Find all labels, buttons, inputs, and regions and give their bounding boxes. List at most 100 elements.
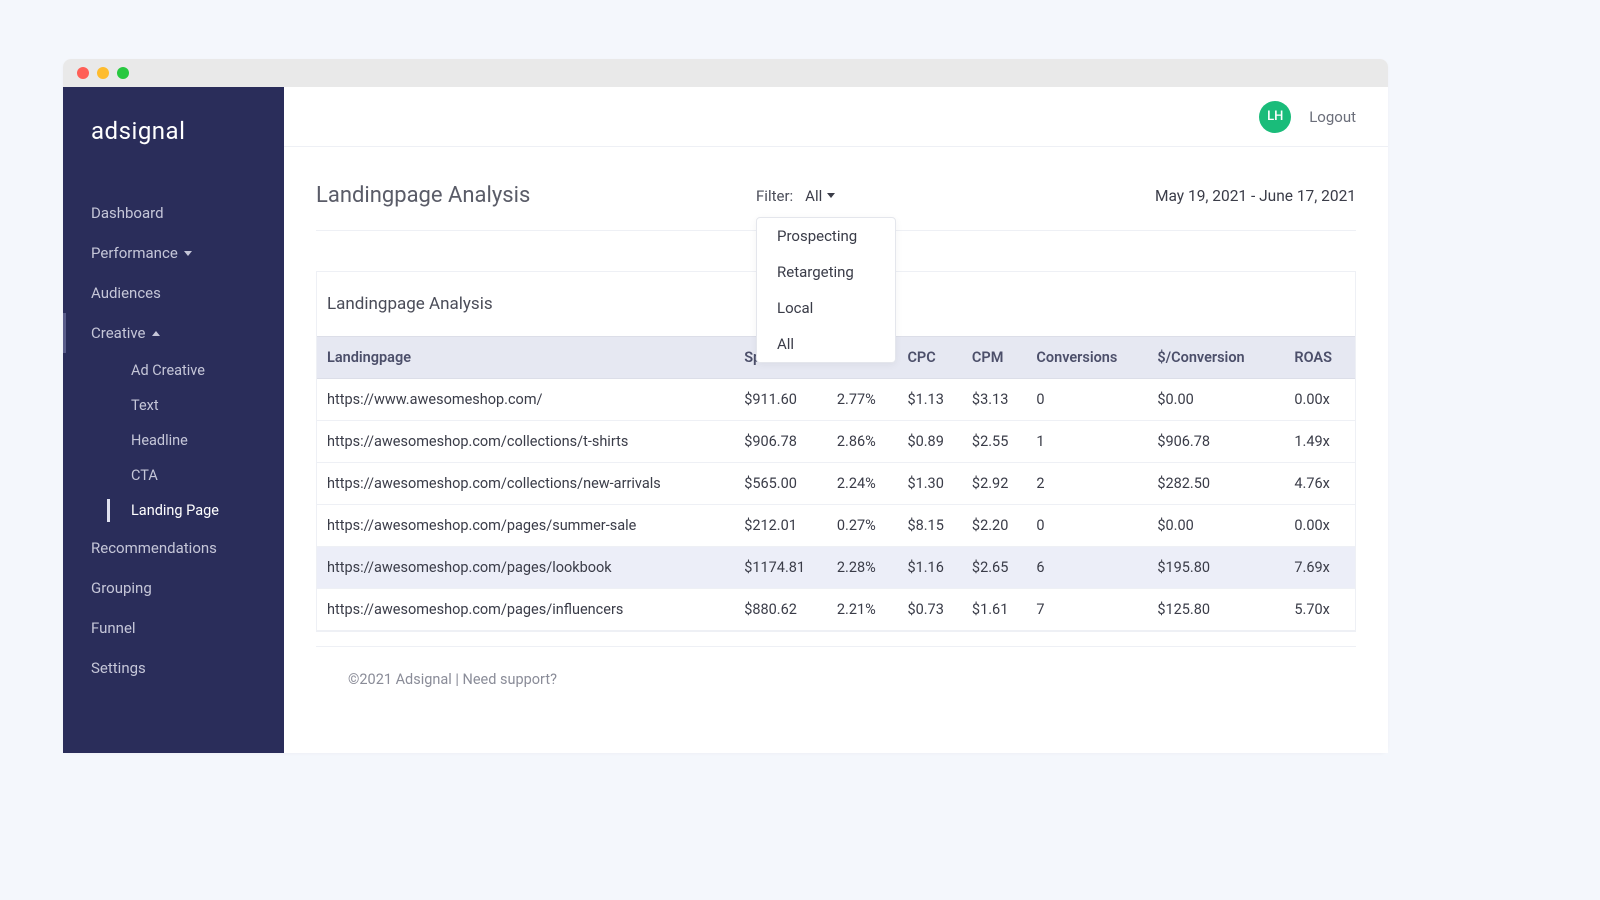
col-cpm[interactable]: CPM xyxy=(962,337,1026,379)
filter-dropdown-toggle[interactable]: All xyxy=(805,187,835,205)
cell-cpm: $2.65 xyxy=(962,547,1026,589)
cell-ctr: 2.86% xyxy=(827,421,898,463)
sidebar-item-audiences[interactable]: Audiences xyxy=(63,273,284,313)
sidebar-item-funnel[interactable]: Funnel xyxy=(63,608,284,648)
table-row[interactable]: https://awesomeshop.com/collections/t-sh… xyxy=(317,421,1355,463)
cell-ctr: 2.77% xyxy=(827,379,898,421)
topbar: LH Logout xyxy=(284,87,1388,147)
cell-landingpage: https://www.awesomeshop.com/ xyxy=(317,379,734,421)
cell-ctr: 2.28% xyxy=(827,547,898,589)
sidebar-label: Performance xyxy=(91,244,178,262)
cell-roas: 7.69x xyxy=(1284,547,1355,589)
sidebar-item-dashboard[interactable]: Dashboard xyxy=(63,193,284,233)
sidebar-label: Ad Creative xyxy=(131,362,205,379)
chevron-down-icon xyxy=(184,251,192,256)
sidebar-item-settings[interactable]: Settings xyxy=(63,648,284,688)
cell-landingpage: https://awesomeshop.com/collections/t-sh… xyxy=(317,421,734,463)
brand-logo: adsignal xyxy=(63,87,284,193)
landingpage-table: Landingpage Spend CTR CPC CPM Conversion… xyxy=(317,336,1355,631)
col-landingpage[interactable]: Landingpage xyxy=(317,337,734,379)
cell-cpm: $2.92 xyxy=(962,463,1026,505)
table-row[interactable]: https://awesomeshop.com/pages/summer-sal… xyxy=(317,505,1355,547)
minimize-window-icon[interactable] xyxy=(97,67,109,79)
sidebar-label: Funnel xyxy=(91,619,136,637)
cell-roas: 1.49x xyxy=(1284,421,1355,463)
cell-cpm: $1.61 xyxy=(962,589,1026,631)
cell-dollar-per-conversion: $906.78 xyxy=(1147,421,1284,463)
date-range-picker[interactable]: May 19, 2021 - June 17, 2021 xyxy=(1155,187,1356,205)
cell-ctr: 0.27% xyxy=(827,505,898,547)
cell-dollar-per-conversion: $0.00 xyxy=(1147,505,1284,547)
logout-link[interactable]: Logout xyxy=(1309,108,1356,126)
cell-conversions: 0 xyxy=(1026,379,1147,421)
cell-conversions: 7 xyxy=(1026,589,1147,631)
cell-roas: 5.70x xyxy=(1284,589,1355,631)
cell-spend: $911.60 xyxy=(734,379,827,421)
cell-landingpage: https://awesomeshop.com/pages/influencer… xyxy=(317,589,734,631)
cell-roas: 4.76x xyxy=(1284,463,1355,505)
cell-landingpage: https://awesomeshop.com/pages/summer-sal… xyxy=(317,505,734,547)
sidebar-sub-landing-page[interactable]: Landing Page xyxy=(63,493,284,528)
cell-cpc: $8.15 xyxy=(897,505,961,547)
browser-window: adsignal Dashboard Performance Audiences… xyxy=(63,59,1388,753)
cell-cpc: $0.89 xyxy=(897,421,961,463)
sidebar-item-creative[interactable]: Creative xyxy=(63,313,284,353)
cell-conversions: 6 xyxy=(1026,547,1147,589)
sidebar-label: Recommendations xyxy=(91,539,217,557)
filter-option-prospecting[interactable]: Prospecting xyxy=(757,218,895,254)
sidebar-item-recommendations[interactable]: Recommendations xyxy=(63,528,284,568)
sidebar-item-grouping[interactable]: Grouping xyxy=(63,568,284,608)
cell-dollar-per-conversion: $282.50 xyxy=(1147,463,1284,505)
cell-cpm: $3.13 xyxy=(962,379,1026,421)
table-row[interactable]: https://awesomeshop.com/pages/lookbook$1… xyxy=(317,547,1355,589)
table-row[interactable]: https://awesomeshop.com/pages/influencer… xyxy=(317,589,1355,631)
cell-dollar-per-conversion: $125.80 xyxy=(1147,589,1284,631)
cell-spend: $1174.81 xyxy=(734,547,827,589)
filter-current-value: All xyxy=(805,187,822,205)
sidebar-label: CTA xyxy=(131,467,158,484)
table-row[interactable]: https://awesomeshop.com/collections/new-… xyxy=(317,463,1355,505)
cell-cpm: $2.20 xyxy=(962,505,1026,547)
col-dollar-per-conversion[interactable]: $/Conversion xyxy=(1147,337,1284,379)
cell-dollar-per-conversion: $195.80 xyxy=(1147,547,1284,589)
table-row[interactable]: https://www.awesomeshop.com/$911.602.77%… xyxy=(317,379,1355,421)
filter-dropdown-menu: Prospecting Retargeting Local All xyxy=(756,217,896,363)
close-window-icon[interactable] xyxy=(77,67,89,79)
chevron-down-icon xyxy=(827,193,835,198)
cell-conversions: 0 xyxy=(1026,505,1147,547)
cell-conversions: 2 xyxy=(1026,463,1147,505)
cell-landingpage: https://awesomeshop.com/pages/lookbook xyxy=(317,547,734,589)
filter-option-all[interactable]: All xyxy=(757,326,895,362)
filter-control: Filter: All Prospecting Retargeting Loca… xyxy=(756,187,835,205)
chevron-up-icon xyxy=(152,331,160,336)
cell-cpm: $2.55 xyxy=(962,421,1026,463)
col-roas[interactable]: ROAS xyxy=(1284,337,1355,379)
sidebar-item-performance[interactable]: Performance xyxy=(63,233,284,273)
cell-roas: 0.00x xyxy=(1284,505,1355,547)
sidebar-sub-text[interactable]: Text xyxy=(63,388,284,423)
sidebar-sub-ad-creative[interactable]: Ad Creative xyxy=(63,353,284,388)
sidebar-label: Headline xyxy=(131,432,188,449)
cell-conversions: 1 xyxy=(1026,421,1147,463)
main-content: LH Logout Landingpage Analysis Filter: A… xyxy=(284,87,1388,753)
cell-cpc: $1.13 xyxy=(897,379,961,421)
sidebar-label: Grouping xyxy=(91,579,152,597)
page-header: Landingpage Analysis Filter: All Prospec… xyxy=(316,183,1356,231)
cell-landingpage: https://awesomeshop.com/collections/new-… xyxy=(317,463,734,505)
col-cpc[interactable]: CPC xyxy=(897,337,961,379)
col-conversions[interactable]: Conversions xyxy=(1026,337,1147,379)
filter-option-local[interactable]: Local xyxy=(757,290,895,326)
maximize-window-icon[interactable] xyxy=(117,67,129,79)
sidebar-label: Landing Page xyxy=(131,502,219,519)
cell-roas: 0.00x xyxy=(1284,379,1355,421)
sidebar-label: Dashboard xyxy=(91,204,164,222)
avatar[interactable]: LH xyxy=(1259,101,1291,133)
sidebar-sub-headline[interactable]: Headline xyxy=(63,423,284,458)
sidebar-sub-cta[interactable]: CTA xyxy=(63,458,284,493)
cell-spend: $565.00 xyxy=(734,463,827,505)
cell-spend: $880.62 xyxy=(734,589,827,631)
footer: ©2021 Adsignal | Need support? xyxy=(316,646,1356,712)
cell-spend: $212.01 xyxy=(734,505,827,547)
filter-option-retargeting[interactable]: Retargeting xyxy=(757,254,895,290)
cell-cpc: $0.73 xyxy=(897,589,961,631)
